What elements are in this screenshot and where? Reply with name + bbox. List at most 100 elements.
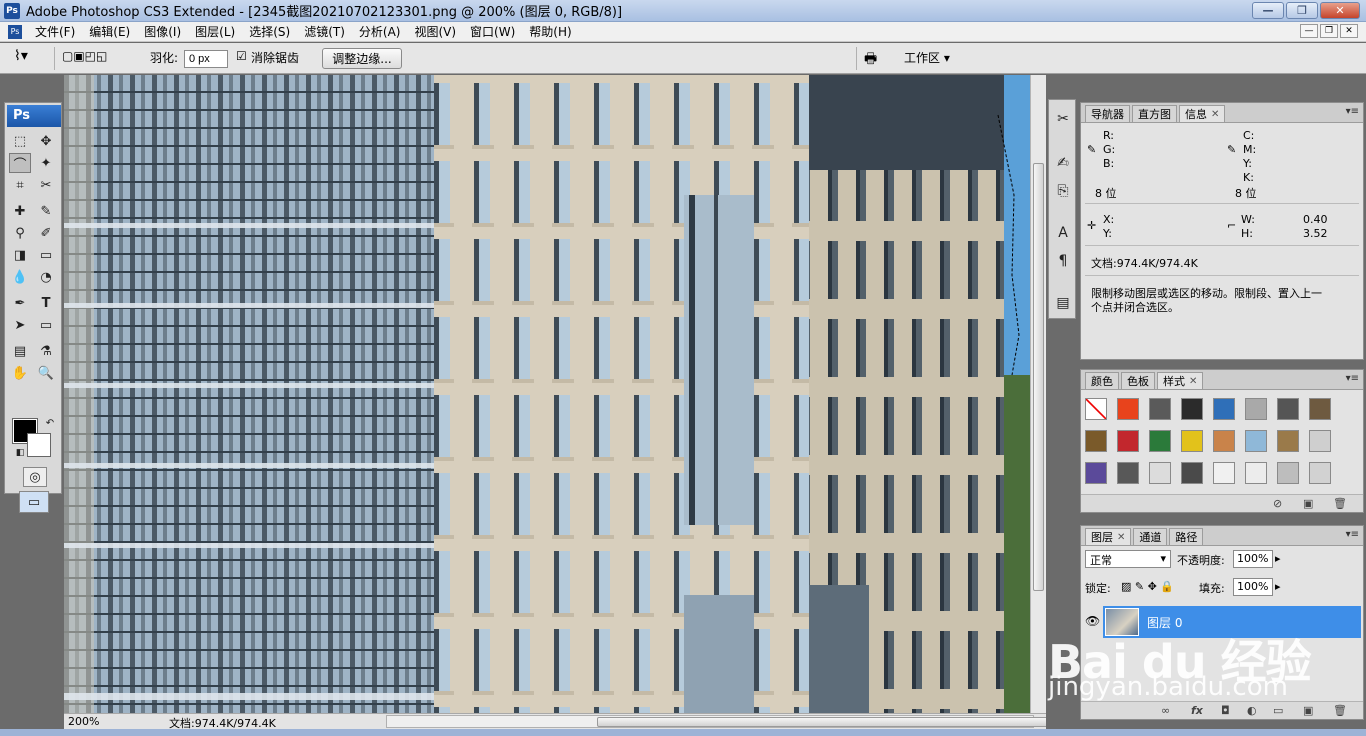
tab-swatches[interactable]: 色板: [1121, 372, 1155, 389]
style-swatch[interactable]: [1085, 398, 1107, 420]
pen-tool-icon[interactable]: ✒: [9, 293, 31, 313]
eraser-tool-icon[interactable]: ◨: [9, 245, 31, 265]
style-swatch[interactable]: [1085, 430, 1107, 452]
history-brush-tool-icon[interactable]: ✐: [35, 223, 57, 243]
style-swatch[interactable]: [1117, 430, 1139, 452]
crop-tool-icon[interactable]: ⌗: [9, 175, 31, 195]
refine-edge-button[interactable]: 调整边缘...: [322, 48, 402, 69]
tab-layers[interactable]: 图层 ✕: [1085, 528, 1132, 545]
style-swatch[interactable]: [1277, 462, 1299, 484]
style-swatch[interactable]: [1181, 462, 1203, 484]
fill-input[interactable]: 100%: [1233, 578, 1273, 596]
horizontal-scrollbar[interactable]: [386, 715, 1067, 728]
tab-navigator[interactable]: 导航器: [1085, 105, 1130, 122]
layer-mask-icon[interactable]: ◘: [1221, 704, 1230, 717]
panel-menu-icon[interactable]: ▾≡: [1346, 529, 1359, 540]
style-swatch[interactable]: [1277, 398, 1299, 420]
style-swatch[interactable]: [1181, 430, 1203, 452]
menu-edit[interactable]: 编辑(E): [82, 23, 137, 40]
style-swatch[interactable]: [1149, 462, 1171, 484]
style-swatch[interactable]: [1213, 430, 1235, 452]
close-tab-icon[interactable]: ✕: [1211, 109, 1219, 120]
clone-source-icon[interactable]: ⎘: [1052, 180, 1074, 202]
delete-style-icon[interactable]: 🗑: [1333, 497, 1347, 510]
style-swatch[interactable]: [1309, 462, 1331, 484]
bridge-icon[interactable]: 🖶: [864, 48, 877, 72]
panel-menu-icon[interactable]: ▾≡: [1346, 373, 1359, 384]
link-layers-icon[interactable]: ∞: [1161, 704, 1170, 717]
selection-mode-icons[interactable]: ▢▣◰◱: [62, 49, 107, 63]
vertical-scroll-thumb[interactable]: [1033, 163, 1044, 591]
new-style-icon[interactable]: ▣: [1303, 497, 1313, 510]
style-swatch[interactable]: [1245, 398, 1267, 420]
style-swatch[interactable]: [1149, 398, 1171, 420]
notes-tool-icon[interactable]: ▤: [9, 341, 31, 361]
menu-view[interactable]: 视图(V): [407, 23, 463, 40]
new-layer-icon[interactable]: ▣: [1303, 704, 1313, 717]
style-swatch[interactable]: [1213, 462, 1235, 484]
eyedropper-slice-tool-icon[interactable]: ✂: [35, 175, 57, 195]
blur-tool-icon[interactable]: 💧: [9, 267, 31, 287]
path-selection-tool-icon[interactable]: ➤: [9, 315, 31, 335]
close-button[interactable]: ✕: [1320, 2, 1360, 19]
style-swatch[interactable]: [1277, 430, 1299, 452]
quick-mask-icon[interactable]: ◎: [23, 467, 47, 487]
marquee-tool-icon[interactable]: ⬚: [9, 131, 31, 151]
maximize-button[interactable]: ❐: [1286, 2, 1318, 19]
doc-close-button[interactable]: ✕: [1340, 24, 1358, 38]
opacity-arrow-icon[interactable]: ▸: [1275, 552, 1281, 565]
brush-tool-icon[interactable]: ✎: [35, 201, 57, 221]
default-colors-icon[interactable]: ◧: [9, 443, 31, 463]
fill-arrow-icon[interactable]: ▸: [1275, 580, 1281, 593]
menu-layer[interactable]: 图层(L): [188, 23, 242, 40]
healing-brush-tool-icon[interactable]: ✚: [9, 201, 31, 221]
minimize-button[interactable]: —: [1252, 2, 1284, 19]
tool-presets-icon[interactable]: ✂: [1052, 108, 1074, 130]
tab-color[interactable]: 颜色: [1085, 372, 1119, 389]
lock-icons[interactable]: ▨ ✎ ✥ 🔒: [1121, 580, 1174, 593]
feather-input[interactable]: [184, 50, 228, 68]
layer-comps-icon[interactable]: ▤: [1052, 292, 1074, 314]
swap-colors-icon[interactable]: ↶: [39, 413, 61, 433]
gradient-tool-icon[interactable]: ▭: [35, 245, 57, 265]
style-swatch[interactable]: [1149, 430, 1171, 452]
doc-restore-button[interactable]: ❐: [1320, 24, 1338, 38]
style-swatch[interactable]: [1117, 462, 1139, 484]
tab-histogram[interactable]: 直方图: [1132, 105, 1177, 122]
close-tab-icon[interactable]: ✕: [1189, 376, 1197, 387]
style-swatch[interactable]: [1213, 398, 1235, 420]
panel-menu-icon[interactable]: ▾≡: [1346, 106, 1359, 117]
workspace-button[interactable]: 工作区 ▾: [904, 49, 950, 66]
style-swatch[interactable]: [1085, 462, 1107, 484]
rectangle-tool-icon[interactable]: ▭: [35, 315, 57, 335]
menu-analysis[interactable]: 分析(A): [352, 23, 408, 40]
zoom-level[interactable]: 200%: [68, 715, 99, 728]
lasso-tool-preset-icon[interactable]: ⌇▾: [14, 48, 28, 64]
adjustment-layer-icon[interactable]: ◐: [1247, 704, 1257, 717]
tab-styles[interactable]: 样式 ✕: [1157, 372, 1204, 389]
horizontal-scroll-thumb[interactable]: [597, 717, 1067, 727]
zoom-tool-icon[interactable]: 🔍: [35, 363, 57, 383]
paragraph-icon[interactable]: ¶: [1052, 250, 1074, 272]
brushes-icon[interactable]: ✍: [1052, 152, 1074, 174]
clear-style-icon[interactable]: ⊘: [1273, 497, 1282, 510]
hand-tool-icon[interactable]: ✋: [9, 363, 31, 383]
vertical-scrollbar[interactable]: [1030, 75, 1046, 713]
tab-channels[interactable]: 通道: [1133, 528, 1168, 545]
layer-style-icon[interactable]: fx: [1191, 704, 1203, 717]
delete-layer-icon[interactable]: 🗑: [1333, 704, 1347, 717]
opacity-input[interactable]: 100%: [1233, 550, 1273, 568]
doc-minimize-button[interactable]: —: [1300, 24, 1318, 38]
tab-paths[interactable]: 路径: [1169, 528, 1204, 545]
polygonal-lasso-tool-icon[interactable]: ⌒: [9, 153, 31, 173]
menu-image[interactable]: 图像(I): [137, 23, 188, 40]
magic-wand-tool-icon[interactable]: ✦: [35, 153, 57, 173]
dodge-tool-icon[interactable]: ◔: [35, 267, 57, 287]
type-tool-icon[interactable]: T: [35, 293, 57, 313]
menu-select[interactable]: 选择(S): [242, 23, 297, 40]
clone-stamp-tool-icon[interactable]: ⚲: [9, 223, 31, 243]
character-icon[interactable]: A: [1052, 222, 1074, 244]
menu-filter[interactable]: 滤镜(T): [297, 23, 352, 40]
style-swatch[interactable]: [1245, 462, 1267, 484]
antialias-checkbox[interactable]: ☑: [236, 49, 247, 63]
